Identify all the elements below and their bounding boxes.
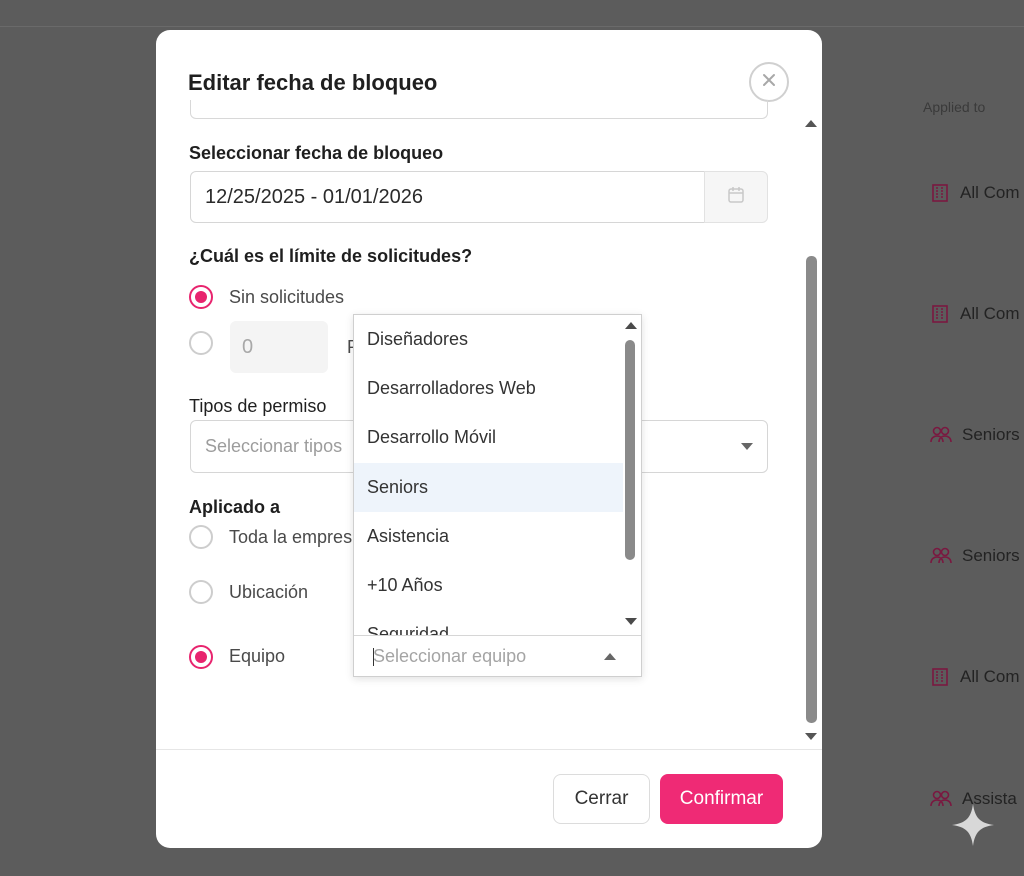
modal-scroll-up-arrow[interactable]: [805, 120, 817, 127]
radio-location-label: Ubicación: [229, 582, 309, 602]
table-row: All Com: [930, 304, 1020, 324]
date-section-label: Seleccionar fecha de bloqueo: [189, 143, 444, 163]
radio-no-requests[interactable]: [189, 285, 213, 309]
dropdown-option[interactable]: Diseñadores: [354, 315, 623, 364]
chevron-down-icon: [741, 443, 753, 450]
confirm-button[interactable]: Confirmar: [660, 774, 783, 824]
building-icon: [930, 183, 950, 203]
team-search-placeholder: Seleccionar equipo: [373, 645, 527, 666]
limit-section-label: ¿Cuál es el límite de solicitudes?: [189, 246, 473, 266]
applied-to-label: Aplicado a: [189, 497, 281, 517]
calendar-button[interactable]: [704, 171, 768, 223]
users-icon: [930, 790, 952, 808]
text-cursor: [373, 648, 374, 666]
table-row: All Com: [930, 667, 1020, 687]
cancel-button[interactable]: Cerrar: [553, 774, 650, 824]
table-row: Seniors: [930, 425, 1020, 445]
modal-scroll-down-arrow[interactable]: [805, 733, 817, 740]
date-range-input[interactable]: 12/25/2025 - 01/01/2026: [190, 171, 705, 223]
team-dropdown-list: Diseñadores Desarrolladores Web Desarrol…: [354, 315, 623, 635]
scrolled-field: [190, 100, 768, 119]
dropdown-option[interactable]: Desarrolladores Web: [354, 364, 623, 413]
close-button[interactable]: [749, 62, 789, 102]
team-search-input[interactable]: Seleccionar equipo: [354, 635, 641, 676]
sparkle-icon: [950, 802, 996, 853]
table-row: All Com: [930, 183, 1020, 203]
users-icon: [930, 547, 952, 565]
radio-request-limit[interactable]: [189, 331, 213, 355]
dropdown-option-highlighted[interactable]: Seniors: [354, 463, 623, 512]
close-icon: [762, 73, 776, 92]
users-icon: [930, 426, 952, 444]
applied-to-column-header: Applied to: [923, 99, 986, 115]
modal-title: Editar fecha de bloqueo: [188, 70, 438, 95]
applied-to-value: All Com: [960, 667, 1020, 686]
table-row: Seniors: [930, 546, 1020, 566]
building-icon: [930, 304, 950, 324]
applied-to-value: All Com: [960, 183, 1020, 202]
dropdown-scrollbar-thumb[interactable]: [625, 340, 635, 560]
radio-location[interactable]: [189, 580, 213, 604]
dropdown-option[interactable]: Asistencia: [354, 512, 623, 561]
dropdown-scroll-down-arrow[interactable]: [625, 618, 637, 625]
building-icon: [930, 667, 950, 687]
calendar-icon: [727, 186, 745, 209]
radio-team[interactable]: [189, 645, 213, 669]
team-dropdown[interactable]: Diseñadores Desarrolladores Web Desarrol…: [353, 314, 642, 677]
chevron-up-icon: [604, 653, 616, 660]
applied-to-value: Seniors: [962, 546, 1020, 565]
dropdown-scroll-up-arrow[interactable]: [625, 322, 637, 329]
dropdown-option[interactable]: +10 Años: [354, 561, 623, 610]
background-divider: [0, 26, 1024, 27]
radio-whole-company[interactable]: [189, 525, 213, 549]
dropdown-option[interactable]: Seguridad: [354, 610, 623, 635]
applied-to-value: All Com: [960, 304, 1020, 323]
leave-types-placeholder: Seleccionar tipos: [205, 436, 343, 456]
applied-to-value: Seniors: [962, 425, 1020, 444]
dropdown-option[interactable]: Desarrollo Móvil: [354, 413, 623, 462]
edit-blackout-date-modal: Editar fecha de bloqueo Seleccionar fech…: [156, 30, 822, 848]
radio-no-requests-label: Sin solicitudes: [229, 287, 345, 307]
radio-whole-company-label: Toda la empres: [229, 527, 353, 547]
modal-scrollbar-thumb[interactable]: [806, 256, 817, 723]
radio-team-label: Equipo: [229, 646, 286, 666]
footer-divider: [156, 749, 822, 750]
request-limit-input[interactable]: 0: [230, 321, 328, 373]
leave-types-label: Tipos de permiso: [189, 396, 327, 416]
